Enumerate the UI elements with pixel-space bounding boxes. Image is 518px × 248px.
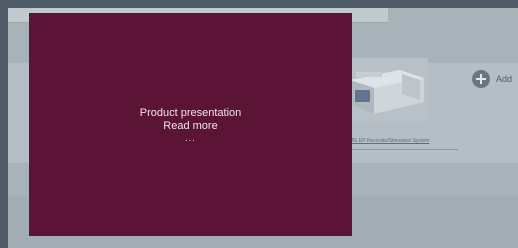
read-more-link[interactable]: Read more — [163, 120, 217, 133]
ellipsis-text: ... — [185, 132, 196, 143]
divider — [346, 149, 458, 150]
product-presentation-overlay[interactable]: Product presentation Read more ... — [29, 13, 352, 236]
add-button[interactable]: Add — [472, 70, 512, 88]
overlay-title: Product presentation — [139, 106, 242, 119]
product-caption-link[interactable]: EMG EP Recorder/Stimulator System — [346, 138, 486, 144]
add-label: Add — [496, 74, 513, 84]
plus-circle-icon — [472, 70, 490, 88]
emg-device-image[interactable] — [344, 58, 428, 122]
